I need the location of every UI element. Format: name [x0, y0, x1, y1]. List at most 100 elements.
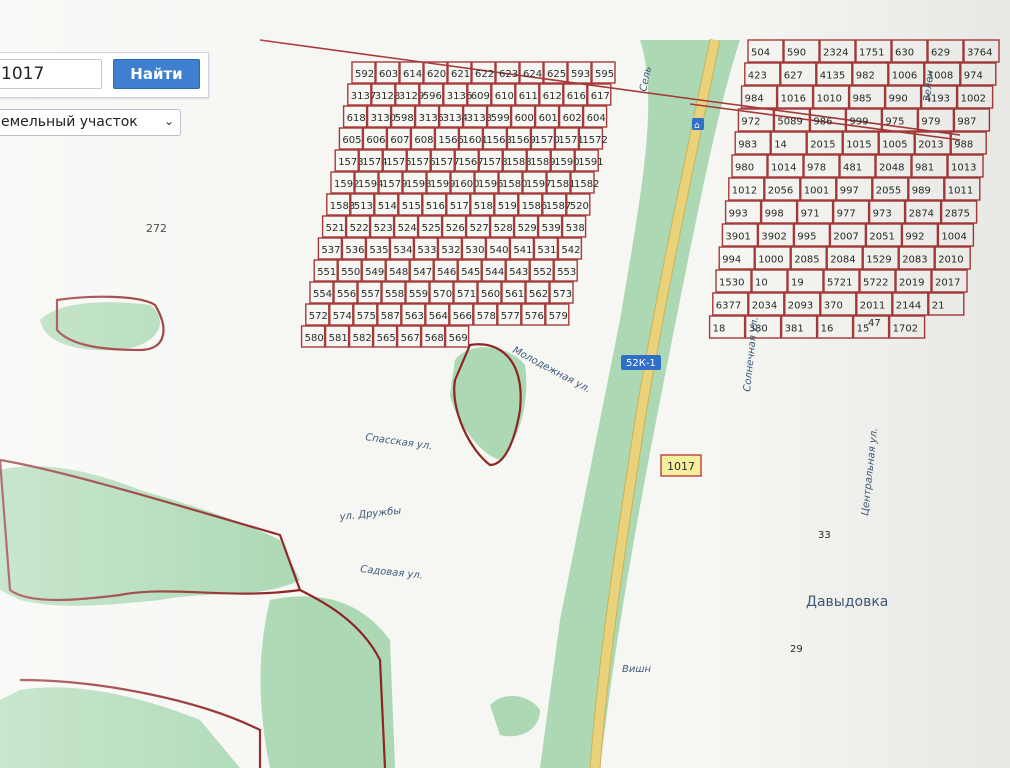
west-parcel-label: 517: [450, 201, 469, 212]
west-parcel-label: 559: [409, 289, 428, 300]
east-parcel-label: 2084: [830, 255, 855, 266]
west-parcel-label: 520: [570, 201, 589, 212]
east-parcel-label: 1006: [892, 71, 917, 82]
west-parcel-label: 545: [461, 267, 480, 278]
west-parcel-label: 557: [361, 289, 380, 300]
west-parcel-label: 526: [446, 223, 465, 234]
west-parcel-label: 579: [549, 311, 568, 322]
misc-number-33: 33: [818, 530, 831, 541]
object-type-select[interactable]: емельный участок ⌄: [0, 109, 181, 136]
west-parcel-label: 523: [374, 223, 393, 234]
search-panel: Найти: [0, 52, 209, 98]
west-parcel-label: 531: [537, 245, 556, 256]
west-parcel-label: 537: [321, 245, 340, 256]
west-parcel-label: 553: [557, 267, 576, 278]
west-parcel-label: 551: [317, 267, 336, 278]
west-parcel-label: 577: [501, 311, 520, 322]
west-parcel-label: 578: [477, 311, 496, 322]
east-parcel-label: 2019: [899, 278, 924, 289]
bus-stop-icon[interactable]: ⌂: [692, 118, 704, 131]
west-parcel-label: 535: [369, 245, 388, 256]
parcel-272-label: 272: [146, 222, 167, 235]
east-parcel-label: 987: [957, 117, 976, 128]
east-parcel-label: 999: [849, 117, 868, 128]
west-parcel-label: 532: [441, 245, 460, 256]
west-parcel-label: 521: [326, 223, 345, 234]
west-parcel-label: 550: [341, 267, 360, 278]
east-parcel-label: 590: [787, 48, 806, 59]
west-parcel-label: 549: [365, 267, 384, 278]
west-parcel-label: 566: [453, 311, 472, 322]
west-parcel-label: 539: [542, 223, 561, 234]
east-parcel-label: 990: [889, 94, 908, 105]
west-parcel-label: 527: [470, 223, 489, 234]
east-parcel-label: 2051: [869, 232, 894, 243]
west-parcel-label: 622: [475, 69, 494, 80]
east-parcel-label: 6377: [716, 301, 741, 312]
east-parcel-label: 630: [895, 48, 914, 59]
west-parcel-label: 610: [495, 91, 514, 102]
east-parcel-label: 10: [755, 278, 768, 289]
west-parcel-label: 529: [518, 223, 537, 234]
west-parcel-label: 599: [491, 113, 510, 124]
east-parcel-label: 986: [813, 117, 832, 128]
east-parcel-label: 4135: [820, 71, 845, 82]
east-parcel-label: 629: [931, 48, 950, 59]
east-parcel-label: 1011: [948, 186, 973, 197]
west-parcel-label: 602: [563, 113, 582, 124]
east-parcel-label: 3902: [761, 232, 786, 243]
east-parcel-label: 2093: [788, 301, 813, 312]
east-parcel-label: 2013: [918, 140, 943, 151]
highlighted-parcel-label: 1017: [667, 460, 695, 473]
east-parcel-label: 995: [797, 232, 816, 243]
east-parcel-label: 983: [738, 140, 757, 151]
east-parcel-label: 481: [843, 163, 862, 174]
west-parcel-label: 538: [566, 223, 585, 234]
east-parcel-label: 3901: [725, 232, 750, 243]
east-parcel-label: 1000: [758, 255, 783, 266]
west-parcel-label: 616: [567, 91, 586, 102]
misc-number-47: 47: [868, 318, 881, 329]
west-parcel-label: 581: [329, 333, 348, 344]
east-parcel-label: 2010: [938, 255, 963, 266]
west-parcel-label: 596: [423, 91, 442, 102]
west-parcel-label: 561: [505, 289, 524, 300]
east-parcel-grid: 504 590 2324 1751 630 629 3764 423 627 4135 982 100…: [708, 39, 1000, 339]
west-parcel-label: 571: [457, 289, 476, 300]
east-parcel-label: 370: [824, 301, 843, 312]
svg-text:⌂: ⌂: [694, 121, 700, 131]
west-parcel-label: 614: [403, 69, 422, 80]
west-parcel-label: 554: [313, 289, 332, 300]
west-parcel-label: 516: [426, 201, 445, 212]
west-parcel-label: 582: [353, 333, 372, 344]
west-parcel-label: 598: [395, 113, 414, 124]
search-input[interactable]: [0, 59, 102, 89]
west-parcel-label: 625: [547, 69, 566, 80]
east-parcel-label: 16: [821, 324, 834, 335]
west-parcel-label: 568: [425, 333, 444, 344]
search-button[interactable]: Найти: [113, 59, 200, 89]
east-parcel-label: 2011: [860, 301, 885, 312]
east-parcel-label: 1014: [771, 163, 796, 174]
west-parcel-grid: 592 603 614 620 621 622 623 624 625 593 5953137312…: [300, 61, 616, 348]
west-parcel-label: 564: [429, 311, 448, 322]
west-parcel-label: 580: [305, 333, 324, 344]
east-parcel-label: 979: [921, 117, 940, 128]
east-parcel-label: 1016: [781, 94, 806, 105]
west-parcel-label: 1591: [578, 157, 603, 168]
west-parcel-label: 534: [393, 245, 412, 256]
west-parcel-label: 514: [378, 201, 397, 212]
west-parcel-label: 624: [523, 69, 542, 80]
east-parcel-label: 1001: [804, 186, 829, 197]
east-parcel-label: 2048: [879, 163, 904, 174]
west-parcel-label: 618: [347, 113, 366, 124]
east-parcel-label: 992: [905, 232, 924, 243]
east-parcel-label: 1013: [951, 163, 976, 174]
west-parcel-label: 575: [357, 311, 376, 322]
east-parcel-label: 993: [729, 209, 748, 220]
west-parcel-label: 573: [553, 289, 572, 300]
west-parcel-label: 533: [417, 245, 436, 256]
west-parcel-label: 536: [345, 245, 364, 256]
west-parcel-label: 587: [381, 311, 400, 322]
west-parcel-label: 565: [377, 333, 396, 344]
